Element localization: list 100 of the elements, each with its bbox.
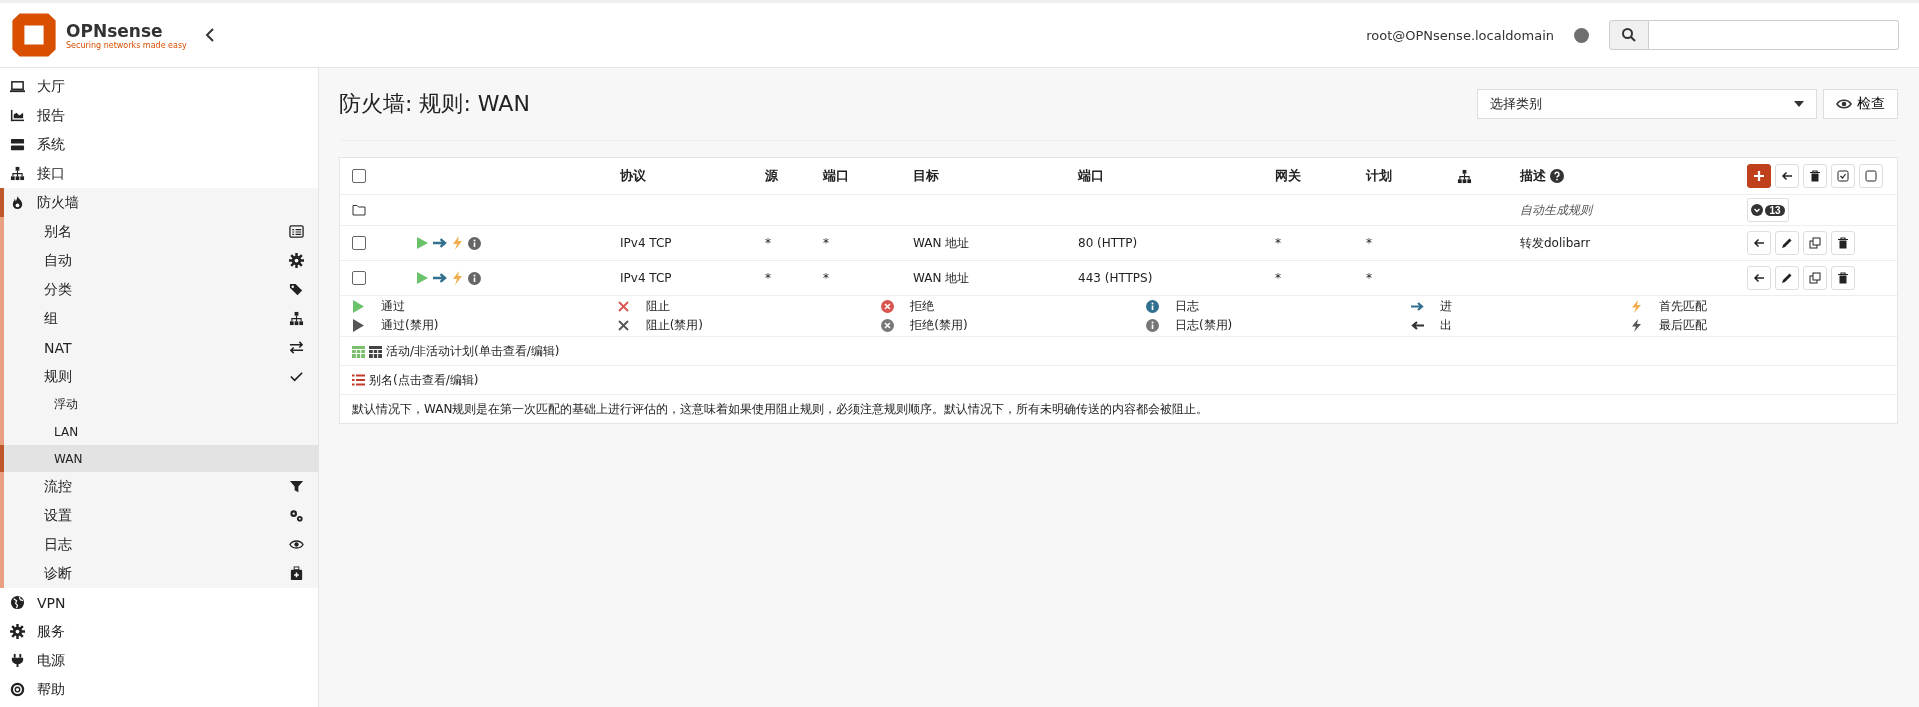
reject-icon (881, 300, 895, 313)
sidebar-item[interactable]: 规则 (0, 362, 318, 391)
search-icon (1621, 27, 1637, 43)
search-button[interactable] (1609, 20, 1649, 50)
sidebar-item[interactable]: 组 (0, 304, 318, 333)
bolt-icon (1629, 300, 1643, 313)
arrow-left-icon (1753, 272, 1765, 284)
eye-icon (1836, 97, 1852, 111)
move-button[interactable] (1747, 231, 1771, 255)
disable-button[interactable] (1859, 164, 1883, 188)
logo-icon (10, 11, 58, 59)
sidebar-item[interactable]: WAN (0, 445, 318, 472)
list-icon (352, 374, 365, 386)
category-select[interactable]: 选择类别 (1477, 89, 1817, 119)
search-field[interactable] (1649, 20, 1899, 50)
move-button[interactable] (1775, 164, 1799, 188)
page-title: 防火墙: 规则: WAN (339, 90, 530, 118)
table-cell-text: WAN 地址 (913, 269, 971, 287)
add-button[interactable] (1747, 164, 1771, 188)
sitemap-icon (10, 166, 25, 181)
bolt-icon (452, 236, 463, 250)
caret-icon (1794, 101, 1804, 107)
cross-icon (616, 319, 630, 332)
table-cell-text: * (1275, 236, 1282, 250)
arrow-icon (1410, 319, 1424, 332)
globe-icon (10, 595, 25, 610)
sidebar-item[interactable]: 接口 (0, 159, 318, 188)
sidebar-item[interactable]: 诊断 (0, 559, 318, 588)
legend-label: 出 (1439, 317, 1452, 334)
sidebar-item[interactable]: 电源 (0, 646, 318, 675)
user-name[interactable]: root@OPNsense.localdomain (1366, 27, 1554, 43)
status-dot (1574, 27, 1589, 43)
info-icon (1145, 319, 1159, 332)
sidebar-item[interactable]: 报告 (0, 101, 318, 130)
legend-label: 进 (1439, 298, 1452, 315)
pencil-icon (1781, 272, 1793, 284)
table-cell-text: * (765, 236, 772, 250)
filter-icon (289, 479, 304, 494)
play-icon (417, 272, 428, 284)
sidebar-item[interactable]: NAT (0, 333, 318, 362)
folder-icon (352, 204, 366, 216)
info-icon (468, 236, 481, 250)
sidebar-item[interactable]: 日志 (0, 530, 318, 559)
expand-button[interactable]: 13 (1747, 198, 1789, 222)
collapse-icon[interactable] (204, 27, 215, 43)
legend-label: 通过(禁用) (381, 317, 439, 334)
table-cell-text: * (765, 271, 772, 285)
column-header: 端口 (823, 167, 850, 185)
alias-link[interactable]: 别名(点击查看/编辑) (369, 371, 479, 389)
column-header: 协议 (620, 167, 647, 185)
edit-button[interactable] (1775, 266, 1799, 290)
legend-label: 阻止(禁用) (645, 317, 703, 334)
table-cell-text: * (1275, 271, 1282, 285)
inspect-button[interactable]: 检查 (1823, 89, 1898, 119)
table-cell-text: IPv4 TCP (620, 236, 673, 250)
fire-icon (10, 195, 25, 210)
eye-icon (289, 537, 304, 552)
delete-button[interactable] (1831, 266, 1855, 290)
schedule-link[interactable]: 活动/非活动计划(单击查看/编辑) (386, 342, 560, 360)
gear-icon (289, 253, 304, 268)
sidebar-item[interactable]: 流控 (0, 472, 318, 501)
move-button[interactable] (1747, 266, 1771, 290)
sidebar-item[interactable]: 系统 (0, 130, 318, 159)
brand-tagline: Securing networks made easy (66, 40, 187, 50)
bolt-icon (452, 271, 463, 285)
help-icon[interactable] (1550, 169, 1564, 183)
checkbox[interactable] (352, 169, 366, 183)
sidebar-item[interactable]: 浮动 (0, 391, 318, 418)
sidebar-item[interactable]: 分类 (0, 275, 318, 304)
table-cell-text: IPv4 TCP (620, 271, 673, 285)
column-header: 计划 (1366, 167, 1393, 185)
medkit-icon (289, 566, 304, 581)
checkbox[interactable] (352, 236, 366, 250)
table-cell: 转发dolibarr (1520, 235, 1591, 250)
legend-label: 最后匹配 (1658, 317, 1707, 334)
sidebar-item[interactable]: 服务 (0, 617, 318, 646)
checkbox[interactable] (352, 271, 366, 285)
table-cell-text: * (823, 271, 830, 285)
sidebar-item[interactable]: VPN (0, 588, 318, 617)
edit-button[interactable] (1775, 231, 1799, 255)
arrow-left-icon (1753, 237, 1765, 249)
sidebar-item[interactable]: LAN (0, 418, 318, 445)
list-icon (289, 224, 304, 239)
arrow-right-icon (433, 237, 447, 249)
exchange-icon (289, 340, 304, 355)
sidebar-item[interactable]: 帮助 (0, 675, 318, 704)
enable-button[interactable] (1831, 164, 1855, 188)
play-icon (352, 319, 365, 332)
delete-button[interactable] (1803, 164, 1827, 188)
copy-icon (1809, 272, 1821, 284)
empty-box-icon (1865, 170, 1877, 182)
sidebar-item[interactable]: 设置 (0, 501, 318, 530)
info-icon (1145, 300, 1159, 313)
sidebar-item[interactable]: 防火墙 (0, 188, 318, 217)
sidebar-item[interactable]: 自动 (0, 246, 318, 275)
sidebar-item[interactable]: 大厅 (0, 72, 318, 101)
legend-label: 阻止 (645, 298, 670, 315)
sidebar-item[interactable]: 别名 (0, 217, 318, 246)
legend-label: 拒绝(禁用) (910, 317, 968, 334)
delete-button[interactable] (1831, 231, 1855, 255)
